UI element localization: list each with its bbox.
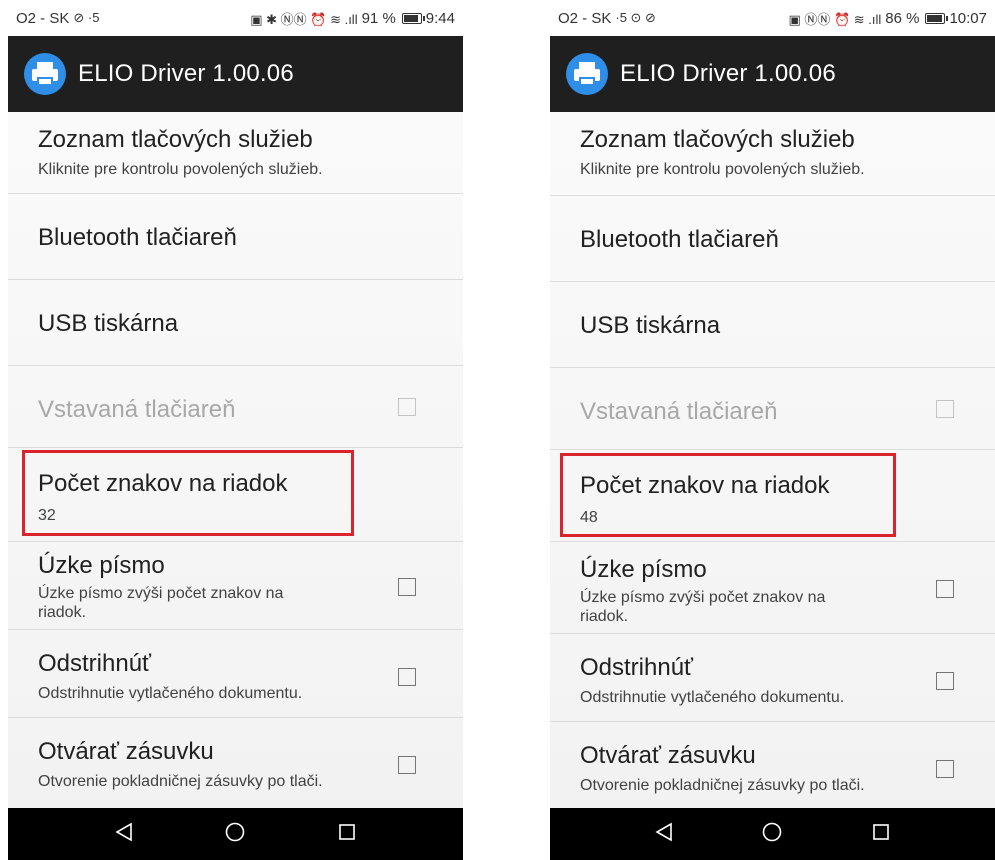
printer-icon (24, 53, 66, 95)
builtin-printer-checkbox (936, 400, 954, 418)
setting-print-services[interactable]: Zoznam tlačových služieb Kliknite pre ko… (8, 112, 463, 194)
setting-title: Úzke písmo (38, 552, 165, 579)
status-bar: O2 - SK ·5 ⊙ ⊘ ▣ ⓃⓃ ⏰ ≋ .ıll 86 % 10:07 (550, 0, 995, 36)
setting-title: USB tiskárna (580, 312, 721, 339)
setting-open-drawer[interactable]: Otvárať zásuvku Otvorenie pokladničnej z… (550, 722, 995, 808)
cut-checkbox[interactable] (398, 668, 416, 686)
cut-checkbox[interactable] (936, 672, 954, 690)
app-bar: ELIO Driver 1.00.06 (8, 36, 463, 112)
setting-title: USB tiskárna (38, 310, 179, 337)
setting-subtitle: Úzke písmo zvýši počet znakov na riadok. (580, 589, 826, 625)
battery-icon (925, 12, 949, 24)
recent-apps-icon[interactable] (336, 821, 358, 848)
status-icons-right: ▣ ✱ ⓃⓃ ⏰ ≋ .ıll (250, 11, 358, 27)
carrier-label: O2 - SK (16, 9, 70, 27)
setting-title: Vstavaná tlačiareň (38, 396, 236, 423)
app-title: ELIO Driver 1.00.06 (620, 60, 836, 87)
battery-icon (401, 12, 425, 24)
clock: 10:07 (949, 9, 987, 27)
builtin-printer-checkbox (398, 398, 416, 416)
setting-title: Bluetooth tlačiareň (38, 224, 237, 251)
app-bar: ELIO Driver 1.00.06 (550, 36, 995, 112)
back-icon[interactable] (113, 821, 135, 848)
navigation-bar (8, 808, 463, 860)
setting-title: Zoznam tlačových služieb (38, 126, 313, 153)
highlight-box (560, 453, 896, 537)
setting-title: Zoznam tlačových služieb (580, 126, 855, 153)
setting-title: Odstrihnúť (580, 654, 694, 681)
setting-cut[interactable]: Odstrihnúť Odstrihnutie vytlačeného doku… (8, 630, 463, 718)
app-title: ELIO Driver 1.00.06 (78, 60, 294, 87)
phone-screen-right: O2 - SK ·5 ⊙ ⊘ ▣ ⓃⓃ ⏰ ≋ .ıll 86 % 10:07 … (550, 0, 995, 860)
setting-title: Odstrihnúť (38, 650, 152, 677)
setting-title: Bluetooth tlačiareň (580, 226, 779, 253)
home-icon[interactable] (224, 821, 246, 848)
back-icon[interactable] (653, 821, 675, 848)
open-drawer-checkbox[interactable] (936, 760, 954, 778)
setting-cut[interactable]: Odstrihnúť Odstrihnutie vytlačeného doku… (550, 634, 995, 722)
setting-subtitle: Kliknite pre kontrolu povolených služieb… (580, 161, 865, 178)
printer-icon (566, 53, 608, 95)
setting-narrow-font[interactable]: Úzke písmo Úzke písmo zvýši počet znakov… (550, 542, 995, 634)
navigation-bar (550, 808, 995, 860)
setting-open-drawer[interactable]: Otvárať zásuvku Otvorenie pokladničnej z… (8, 718, 463, 808)
status-icons-left: ⊘ ·5 (73, 10, 100, 25)
setting-title: Otvárať zásuvku (38, 738, 214, 765)
phone-screen-left: O2 - SK ⊘ ·5 ▣ ✱ ⓃⓃ ⏰ ≋ .ıll 91 % 9:44 E… (8, 0, 463, 860)
clock: 9:44 (425, 9, 455, 27)
setting-title: Vstavaná tlačiareň (580, 398, 778, 425)
setting-usb-printer[interactable]: USB tiskárna (550, 282, 995, 368)
recent-apps-icon[interactable] (870, 821, 892, 848)
status-bar: O2 - SK ⊘ ·5 ▣ ✱ ⓃⓃ ⏰ ≋ .ıll 91 % 9:44 (8, 0, 463, 36)
setting-subtitle: Otvorenie pokladničnej zásuvky po tlači. (580, 777, 865, 794)
setting-subtitle: Odstrihnutie vytlačeného dokumentu. (580, 689, 845, 706)
status-icons-right: ▣ ⓃⓃ ⏰ ≋ .ıll (788, 11, 882, 27)
setting-narrow-font[interactable]: Úzke písmo Úzke písmo zvýši počet znakov… (8, 542, 463, 630)
highlight-box (22, 450, 354, 536)
setting-builtin-printer: Vstavaná tlačiareň (8, 366, 463, 448)
battery-percent: 86 % (885, 9, 920, 27)
setting-print-services[interactable]: Zoznam tlačových služieb Kliknite pre ko… (550, 112, 995, 196)
setting-title: Úzke písmo (580, 556, 707, 583)
setting-subtitle: Otvorenie pokladničnej zásuvky po tlači. (38, 773, 323, 790)
setting-bluetooth-printer[interactable]: Bluetooth tlačiareň (8, 194, 463, 280)
setting-usb-printer[interactable]: USB tiskárna (8, 280, 463, 366)
status-icons-left: ·5 ⊙ ⊘ (615, 10, 656, 25)
narrow-font-checkbox[interactable] (936, 580, 954, 598)
setting-bluetooth-printer[interactable]: Bluetooth tlačiareň (550, 196, 995, 282)
narrow-font-checkbox[interactable] (398, 578, 416, 596)
home-icon[interactable] (761, 821, 783, 848)
setting-subtitle: Úzke písmo zvýši počet znakov na riadok. (38, 585, 284, 621)
setting-title: Otvárať zásuvku (580, 742, 756, 769)
open-drawer-checkbox[interactable] (398, 756, 416, 774)
setting-builtin-printer: Vstavaná tlačiareň (550, 368, 995, 450)
setting-subtitle: Kliknite pre kontrolu povolených služieb… (38, 161, 323, 178)
carrier-label: O2 - SK (558, 9, 612, 27)
setting-subtitle: Odstrihnutie vytlačeného dokumentu. (38, 685, 303, 702)
battery-percent: 91 % (361, 9, 396, 27)
